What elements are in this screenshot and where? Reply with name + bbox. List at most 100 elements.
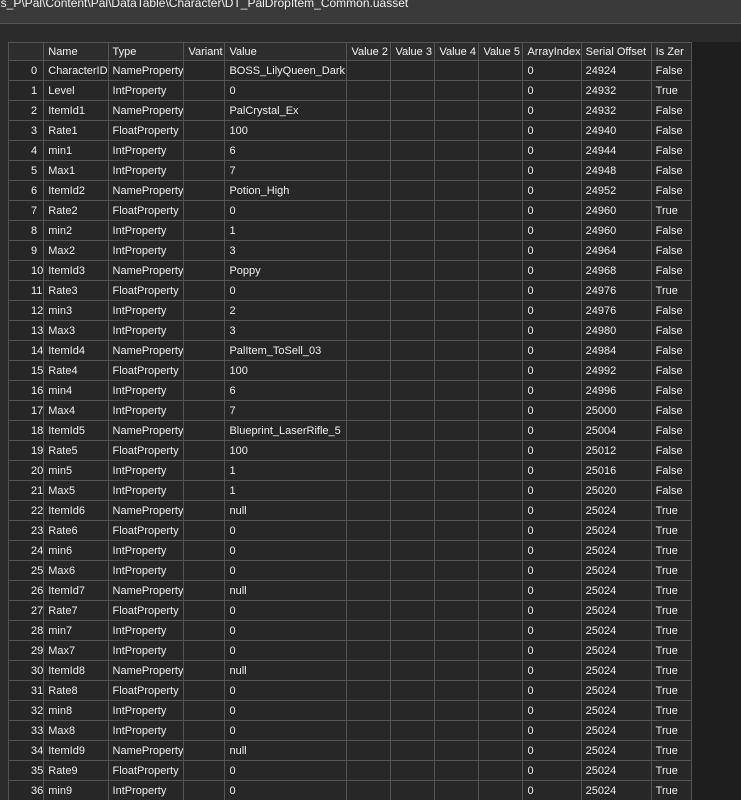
row-number-cell[interactable]: 14	[8, 340, 45, 361]
serial-offset-cell[interactable]: 25024	[580, 740, 652, 761]
serial-offset-cell[interactable]: 25016	[580, 460, 652, 481]
value5-cell[interactable]	[478, 320, 524, 341]
array-index-cell[interactable]: 0	[522, 640, 582, 661]
is-zero-cell[interactable]: True	[650, 540, 692, 561]
name-cell[interactable]: Max4	[43, 400, 109, 421]
is-zero-cell[interactable]: True	[650, 580, 692, 601]
value2-cell[interactable]	[346, 140, 392, 161]
value5-cell[interactable]	[478, 160, 524, 181]
value-cell[interactable]: 0	[224, 280, 348, 301]
value4-cell[interactable]	[434, 680, 480, 701]
type-cell[interactable]: IntProperty	[107, 80, 185, 101]
is-zero-cell[interactable]: False	[650, 400, 692, 421]
value3-cell[interactable]	[390, 620, 436, 641]
table-row[interactable]: 9 Max2 IntProperty 3 0 24964 False	[8, 240, 692, 261]
value5-cell[interactable]	[478, 500, 524, 521]
row-number-cell[interactable]: 28	[8, 620, 45, 641]
value3-cell[interactable]	[390, 720, 436, 741]
value3-cell[interactable]	[390, 760, 436, 781]
row-number-cell[interactable]: 19	[8, 440, 45, 461]
value4-cell[interactable]	[434, 260, 480, 281]
value3-cell[interactable]	[390, 680, 436, 701]
array-index-column-header[interactable]: ArrayIndex	[522, 42, 582, 61]
value5-cell[interactable]	[478, 340, 524, 361]
row-number-cell[interactable]: 31	[8, 680, 45, 701]
name-cell[interactable]: Max5	[43, 480, 109, 501]
name-cell[interactable]: Max1	[43, 160, 109, 181]
table-row[interactable]: 13 Max3 IntProperty 3 0 24980 False	[8, 320, 692, 341]
value3-cell[interactable]	[390, 660, 436, 681]
type-cell[interactable]: IntProperty	[107, 460, 185, 481]
value4-cell[interactable]	[434, 280, 480, 301]
type-cell[interactable]: IntProperty	[107, 140, 185, 161]
is-zero-cell[interactable]: True	[650, 640, 692, 661]
variant-cell[interactable]	[183, 660, 226, 681]
value4-cell[interactable]	[434, 400, 480, 421]
array-index-cell[interactable]: 0	[522, 660, 582, 681]
value4-cell[interactable]	[434, 220, 480, 241]
name-cell[interactable]: ItemId9	[43, 740, 109, 761]
row-number-cell[interactable]: 12	[8, 300, 45, 321]
value5-cell[interactable]	[478, 300, 524, 321]
serial-offset-cell[interactable]: 24932	[580, 100, 652, 121]
name-cell[interactable]: ItemId3	[43, 260, 109, 281]
table-row[interactable]: 23 Rate6 FloatProperty 0 0 25024 True	[8, 520, 692, 541]
value5-cell[interactable]	[478, 580, 524, 601]
value3-cell[interactable]	[390, 780, 436, 800]
variant-cell[interactable]	[183, 260, 226, 281]
type-cell[interactable]: IntProperty	[107, 480, 185, 501]
is-zero-cell[interactable]: False	[650, 180, 692, 201]
value4-cell[interactable]	[434, 560, 480, 581]
table-row[interactable]: 31 Rate8 FloatProperty 0 0 25024 True	[8, 680, 692, 701]
value5-cell[interactable]	[478, 140, 524, 161]
variant-cell[interactable]	[183, 580, 226, 601]
array-index-cell[interactable]: 0	[522, 780, 582, 800]
name-cell[interactable]: min7	[43, 620, 109, 641]
value-cell[interactable]: 1	[224, 220, 348, 241]
variant-cell[interactable]	[183, 680, 226, 701]
value4-cell[interactable]	[434, 760, 480, 781]
value4-cell[interactable]	[434, 200, 480, 221]
variant-cell[interactable]	[183, 720, 226, 741]
value5-cell[interactable]	[478, 80, 524, 101]
array-index-cell[interactable]: 0	[522, 720, 582, 741]
is-zero-column-header[interactable]: Is Zer	[650, 42, 692, 61]
value2-cell[interactable]	[346, 220, 392, 241]
value3-cell[interactable]	[390, 400, 436, 421]
name-cell[interactable]: Max7	[43, 640, 109, 661]
variant-cell[interactable]	[183, 80, 226, 101]
type-cell[interactable]: FloatProperty	[107, 760, 185, 781]
table-row[interactable]: 26 ItemId7 NameProperty null 0 25024 True	[8, 580, 692, 601]
value5-cell[interactable]	[478, 120, 524, 141]
array-index-cell[interactable]: 0	[522, 760, 582, 781]
row-number-cell[interactable]: 29	[8, 640, 45, 661]
variant-cell[interactable]	[183, 700, 226, 721]
value-cell[interactable]: 0	[224, 540, 348, 561]
value2-cell[interactable]	[346, 660, 392, 681]
value3-cell[interactable]	[390, 360, 436, 381]
value-cell[interactable]: Potion_High	[224, 180, 348, 201]
value5-cell[interactable]	[478, 60, 524, 81]
name-cell[interactable]: Rate1	[43, 120, 109, 141]
type-cell[interactable]: NameProperty	[107, 580, 185, 601]
value-cell[interactable]: Poppy	[224, 260, 348, 281]
variant-cell[interactable]	[183, 480, 226, 501]
value-cell[interactable]: 6	[224, 140, 348, 161]
value5-cell[interactable]	[478, 700, 524, 721]
variant-cell[interactable]	[183, 180, 226, 201]
type-cell[interactable]: FloatProperty	[107, 280, 185, 301]
variant-cell[interactable]	[183, 760, 226, 781]
value-cell[interactable]: 0	[224, 780, 348, 800]
row-number-cell[interactable]: 36	[8, 780, 45, 800]
value5-cell[interactable]	[478, 660, 524, 681]
serial-offset-cell[interactable]: 25024	[580, 500, 652, 521]
serial-offset-cell[interactable]: 25024	[580, 520, 652, 541]
value5-cell[interactable]	[478, 680, 524, 701]
type-cell[interactable]: IntProperty	[107, 220, 185, 241]
value-cell[interactable]: Blueprint_LaserRifle_5	[224, 420, 348, 441]
value5-cell[interactable]	[478, 180, 524, 201]
value2-cell[interactable]	[346, 540, 392, 561]
is-zero-cell[interactable]: False	[650, 140, 692, 161]
value4-cell[interactable]	[434, 240, 480, 261]
table-row[interactable]: 28 min7 IntProperty 0 0 25024 True	[8, 620, 692, 641]
